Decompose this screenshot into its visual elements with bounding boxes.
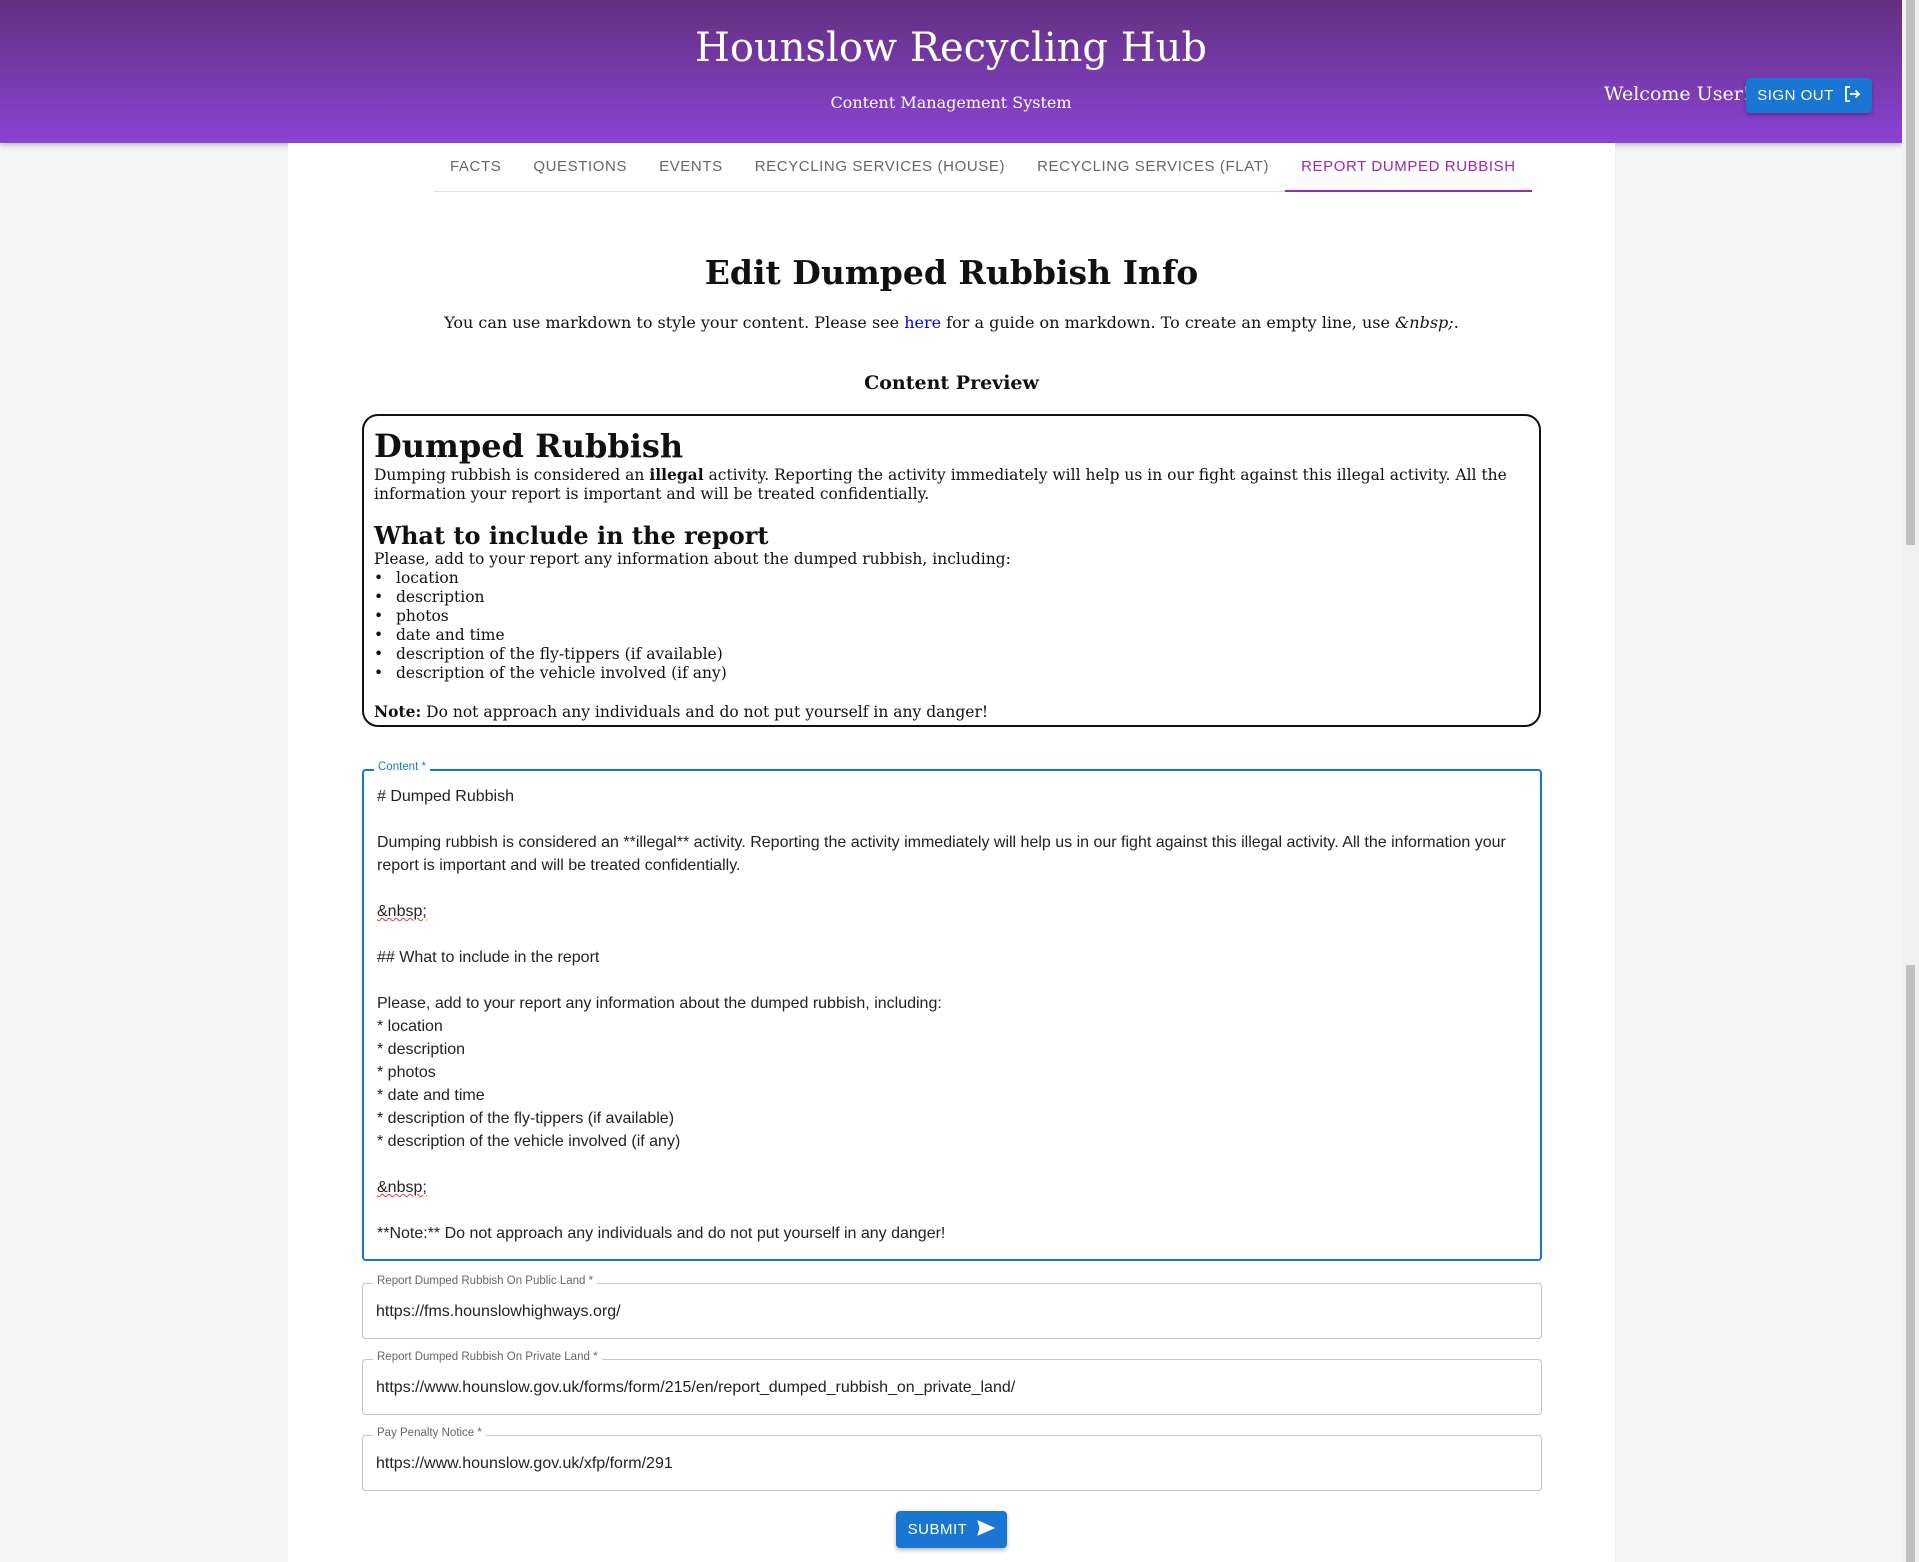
preview-h2: What to include in the report: [374, 521, 769, 550]
public-land-value[interactable]: https://fms.hounslowhighways.org/: [376, 1303, 621, 1321]
list-item: photos: [374, 607, 1529, 626]
preview-p1-start: Dumping rubbish is considered an: [374, 466, 650, 484]
content-label: Content *: [374, 761, 430, 773]
penalty-notice-label: Pay Penalty Notice *: [373, 1427, 486, 1439]
page-title: Edit Dumped Rubbish Info: [704, 253, 1199, 292]
content-line: * description of the fly-tippers (if ava…: [377, 1110, 675, 1127]
tab-events[interactable]: EVENTS: [643, 146, 739, 192]
content-text[interactable]: # Dumped Rubbish​Dumping rubbish is cons…: [377, 785, 1510, 1245]
app-title: Hounslow Recycling Hub: [695, 25, 1207, 71]
content-textarea[interactable]: Content * # Dumped Rubbish​Dumping rubbi…: [362, 761, 1542, 1261]
content-line: * date and time: [377, 1087, 485, 1104]
section-tabs: FACTS QUESTIONS EVENTS RECYCLING SERVICE…: [434, 146, 1532, 192]
content-line: # Dumped Rubbish: [377, 788, 514, 805]
list-item: description: [374, 588, 1529, 607]
sign-out-button[interactable]: SIGN OUT: [1746, 78, 1872, 113]
app-header: Hounslow Recycling Hub Content Managemen…: [0, 0, 1902, 143]
content-line: Please, add to your report any informati…: [377, 995, 942, 1012]
preview-note-text: Do not approach any individuals and do n…: [421, 703, 989, 721]
penalty-notice-value[interactable]: https://www.hounslow.gov.uk/xfp/form/291: [376, 1455, 673, 1473]
intro-text-start: You can use markdown to style your conte…: [444, 313, 905, 332]
scrollbar-thumb[interactable]: [1906, 0, 1915, 545]
private-land-label: Report Dumped Rubbish On Private Land *: [373, 1351, 602, 1363]
nbsp-code: &nbsp;: [1395, 313, 1454, 332]
preview-p1-bold: illegal: [649, 465, 704, 484]
intro-text-middle: for a guide on markdown. To create an em…: [941, 313, 1396, 332]
content-line: **Note:** Do not approach any individual…: [377, 1225, 946, 1242]
tab-recycling-flat[interactable]: RECYCLING SERVICES (FLAT): [1021, 146, 1285, 192]
content-line: * description: [377, 1041, 466, 1058]
intro-text: You can use markdown to style your conte…: [288, 313, 1615, 332]
list-item: location: [374, 569, 1529, 588]
list-item: description of the vehicle involved (if …: [374, 664, 1529, 683]
tab-facts[interactable]: FACTS: [434, 146, 517, 192]
page-scrollbar[interactable]: [1902, 0, 1919, 1562]
submit-button[interactable]: SUBMIT: [896, 1511, 1007, 1548]
send-icon: [977, 1519, 996, 1540]
tab-questions[interactable]: QUESTIONS: [517, 146, 643, 192]
public-land-field[interactable]: Report Dumped Rubbish On Public Land * h…: [362, 1275, 1542, 1339]
welcome-text: Welcome User!: [1604, 83, 1751, 105]
content-line: &nbsp;: [377, 1179, 427, 1196]
content-preview: Dumped Rubbish Dumping rubbish is consid…: [362, 414, 1541, 727]
tab-report-dumped-rubbish[interactable]: REPORT DUMPED RUBBISH: [1285, 146, 1532, 192]
preview-paragraph-2: Please, add to your report any informati…: [374, 550, 1011, 568]
content-line: * photos: [377, 1064, 436, 1081]
preview-paragraph: Dumping rubbish is considered an illegal…: [374, 465, 1529, 504]
logout-icon: [1844, 85, 1861, 106]
submit-label: SUBMIT: [907, 1521, 968, 1538]
sign-out-label: SIGN OUT: [1757, 87, 1834, 104]
scrollbar-track-segment: [1906, 965, 1915, 1562]
content-line: * location: [377, 1018, 443, 1035]
preview-note: Note: Do not approach any individuals an…: [374, 702, 1529, 722]
public-land-label: Report Dumped Rubbish On Public Land *: [373, 1275, 598, 1287]
content-line: &nbsp;: [377, 903, 427, 920]
private-land-value[interactable]: https://www.hounslow.gov.uk/forms/form/2…: [376, 1379, 1015, 1397]
content-line: ## What to include in the report: [377, 949, 600, 966]
preview-note-bold: Note:: [374, 702, 422, 721]
list-item: date and time: [374, 626, 1529, 645]
preview-h1: Dumped Rubbish: [374, 427, 684, 465]
tab-recycling-house[interactable]: RECYCLING SERVICES (HOUSE): [739, 146, 1021, 192]
content-line: * description of the vehicle involved (i…: [377, 1133, 681, 1150]
preview-list: location description photos date and tim…: [374, 569, 1529, 683]
penalty-notice-field[interactable]: Pay Penalty Notice * https://www.hounslo…: [362, 1427, 1542, 1491]
private-land-field[interactable]: Report Dumped Rubbish On Private Land * …: [362, 1351, 1542, 1415]
list-item: description of the fly-tippers (if avail…: [374, 645, 1529, 664]
markdown-guide-link[interactable]: here: [904, 313, 941, 332]
preview-heading: Content Preview: [864, 372, 1039, 394]
content-line: Dumping rubbish is considered an **illeg…: [377, 834, 1511, 874]
intro-text-end: .: [1453, 313, 1459, 332]
